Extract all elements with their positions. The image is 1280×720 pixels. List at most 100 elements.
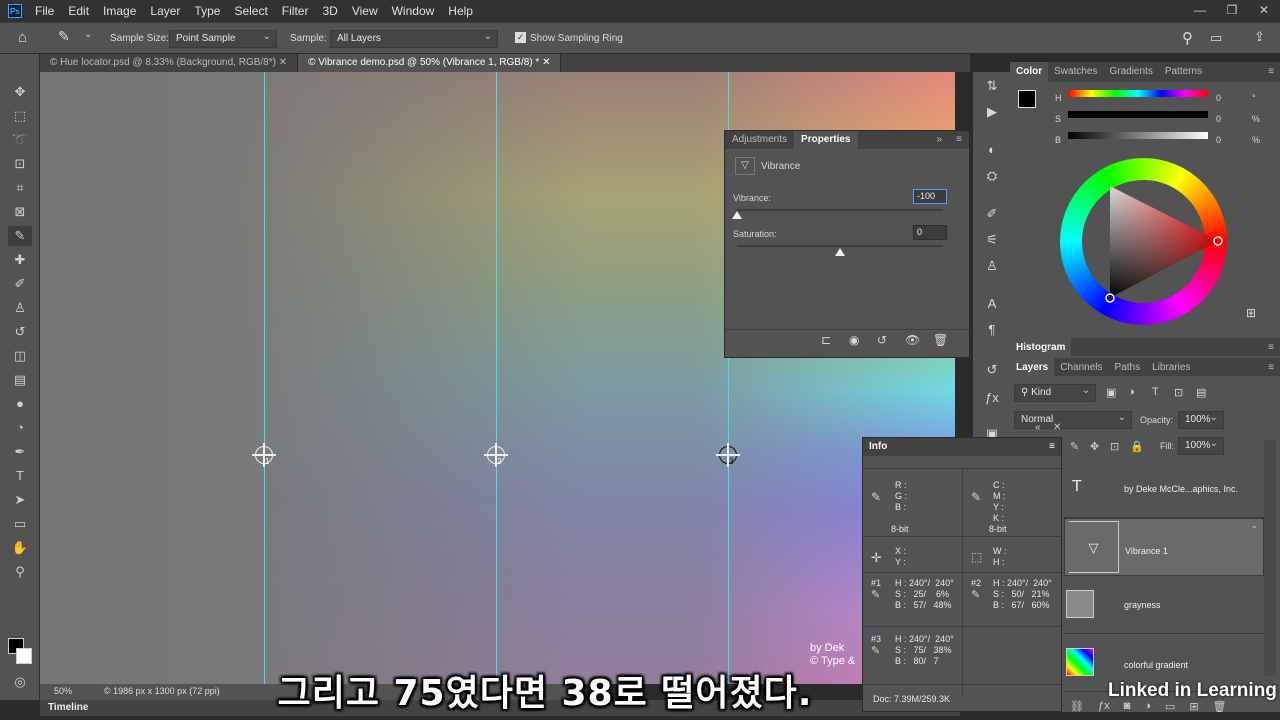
close-icon[interactable]: ✕ bbox=[1053, 422, 1061, 433]
tab-gradients[interactable]: Gradients bbox=[1103, 62, 1158, 82]
hue-slider[interactable] bbox=[1068, 90, 1208, 97]
eyedropper-icon[interactable]: ✎ bbox=[871, 490, 881, 504]
path-select-tool-icon[interactable]: ➤ bbox=[8, 490, 32, 510]
close-icon[interactable]: ✕ bbox=[279, 57, 287, 68]
eraser-tool-icon[interactable]: ◫ bbox=[8, 346, 32, 366]
lock-position-icon[interactable]: ✥ bbox=[1090, 440, 1099, 453]
smart-object-filter-icon[interactable]: ▤ bbox=[1196, 386, 1206, 399]
color-b-value[interactable]: 0 bbox=[1216, 135, 1221, 145]
type-filter-icon[interactable]: T bbox=[1152, 386, 1159, 398]
actions-play-icon[interactable]: ▶ bbox=[980, 102, 1004, 122]
trash-icon[interactable]: 🗑 bbox=[933, 333, 948, 347]
tab-paths[interactable]: Paths bbox=[1109, 358, 1147, 376]
opacity-input[interactable]: 100% bbox=[1178, 410, 1224, 429]
color-triangle[interactable] bbox=[1060, 158, 1227, 325]
adjustment-layer-icon[interactable]: ◑ bbox=[1144, 700, 1151, 714]
quick-mask-icon[interactable]: ◎ bbox=[8, 672, 32, 692]
saturation-slider-handle[interactable] bbox=[835, 248, 845, 256]
clip-to-layer-icon[interactable]: ⊏ bbox=[821, 333, 831, 347]
paragraph-icon[interactable]: ¶ bbox=[980, 320, 1004, 340]
collapse-icon[interactable]: « bbox=[1035, 422, 1041, 433]
panel-menu-icon[interactable]: ≡ bbox=[1262, 358, 1280, 376]
layer-row[interactable]: ▽ Vibrance 1 bbox=[1064, 517, 1264, 576]
stamp-tool-icon[interactable]: ♙ bbox=[8, 298, 32, 318]
move-tool-icon[interactable]: ✥ bbox=[8, 82, 32, 102]
tab-channels[interactable]: Channels bbox=[1054, 358, 1108, 376]
foreground-color-swatch[interactable] bbox=[1018, 90, 1036, 108]
restore-icon[interactable]: ❐ bbox=[1216, 0, 1248, 22]
lock-pixels-icon[interactable]: ✎ bbox=[1070, 440, 1079, 453]
brightness-slider[interactable] bbox=[1068, 132, 1208, 139]
menu-layer[interactable]: Layer bbox=[143, 0, 187, 22]
background-color-swatch[interactable] bbox=[16, 648, 32, 664]
sample-select[interactable]: All Layers bbox=[330, 29, 498, 48]
tab-patterns[interactable]: Patterns bbox=[1159, 62, 1208, 82]
glyphs-icon[interactable]: ↺ bbox=[980, 360, 1004, 380]
tab-histogram[interactable]: Histogram bbox=[1010, 338, 1072, 356]
tab-color[interactable]: Color bbox=[1010, 62, 1049, 82]
adjustment-filter-icon[interactable]: ◑ bbox=[1128, 386, 1135, 398]
vibrance-input[interactable]: -100 bbox=[913, 189, 947, 204]
styles-fx-icon[interactable]: ƒx bbox=[980, 388, 1004, 408]
panel-menu-icon[interactable]: ≡ bbox=[1262, 62, 1280, 82]
guide-line[interactable] bbox=[264, 72, 265, 684]
eyedropper-tool-icon[interactable]: ✎ bbox=[58, 28, 70, 45]
layer-filter-kind[interactable]: ⚲ Kind bbox=[1014, 383, 1096, 402]
panel-menu-icon[interactable]: ≡ bbox=[949, 131, 969, 149]
menu-edit[interactable]: Edit bbox=[61, 0, 96, 22]
expand-icon[interactable]: ⊞ bbox=[1246, 306, 1256, 320]
menu-view[interactable]: View bbox=[345, 0, 385, 22]
healing-tool-icon[interactable]: ✚ bbox=[8, 250, 32, 270]
zoom-tool-icon[interactable]: ⚲ bbox=[8, 562, 32, 582]
eyedropper-tool-icon[interactable]: ✎ bbox=[8, 226, 32, 246]
new-layer-icon[interactable]: ⊞ bbox=[1189, 700, 1198, 714]
minimize-icon[interactable]: — bbox=[1184, 0, 1216, 22]
shape-filter-icon[interactable]: ⊡ bbox=[1174, 386, 1183, 399]
gradient-tool-icon[interactable]: ▤ bbox=[8, 370, 32, 390]
panel-menu-icon[interactable]: ≡ bbox=[1049, 438, 1055, 456]
collapse-icon[interactable]: » bbox=[930, 131, 950, 149]
color-s-value[interactable]: 0 bbox=[1216, 114, 1221, 124]
tab-properties[interactable]: Properties bbox=[794, 131, 858, 149]
menu-filter[interactable]: Filter bbox=[275, 0, 316, 22]
rectangle-tool-icon[interactable]: ▭ bbox=[8, 514, 32, 534]
close-icon[interactable]: ✕ bbox=[542, 57, 550, 68]
view-previous-icon[interactable]: ◉ bbox=[849, 333, 859, 347]
menu-3d[interactable]: 3D bbox=[315, 0, 344, 22]
vibrance-slider[interactable] bbox=[737, 209, 943, 211]
folder-icon[interactable]: ▭ bbox=[1165, 700, 1175, 714]
lasso-tool-icon[interactable]: ➰ bbox=[8, 130, 32, 150]
tab-libraries[interactable]: Libraries bbox=[1146, 358, 1196, 376]
tool-preset-chevron-down-icon[interactable]: ⌄ bbox=[84, 29, 92, 40]
character-icon[interactable]: A bbox=[980, 294, 1004, 314]
adjustments-icon[interactable]: ◐ bbox=[980, 140, 1004, 160]
saturation-color-slider[interactable] bbox=[1068, 111, 1208, 118]
panel-menu-icon[interactable]: ≡ bbox=[1262, 338, 1280, 356]
marquee-tool-icon[interactable]: ⬚ bbox=[8, 106, 32, 126]
visibility-eye-icon[interactable]: 👁 bbox=[905, 333, 920, 347]
blur-tool-icon[interactable]: ● bbox=[8, 394, 32, 414]
vibrance-slider-handle[interactable] bbox=[732, 211, 742, 219]
close-icon[interactable]: ✕ bbox=[1248, 0, 1280, 22]
link-layers-icon[interactable]: ⛓ bbox=[1070, 700, 1084, 714]
properties-icon[interactable]: ⛭ bbox=[980, 166, 1004, 186]
tab-swatches[interactable]: Swatches bbox=[1048, 62, 1103, 82]
search-icon[interactable]: ⚲ bbox=[1182, 29, 1193, 47]
color-sampler-3[interactable] bbox=[716, 443, 740, 467]
menu-file[interactable]: File bbox=[28, 0, 61, 22]
mask-icon[interactable]: ◙ bbox=[1124, 700, 1131, 714]
color-h-value[interactable]: 0 bbox=[1216, 93, 1221, 103]
menu-type[interactable]: Type bbox=[187, 0, 227, 22]
workspace-icon[interactable]: ▭ bbox=[1210, 30, 1222, 46]
quick-select-tool-icon[interactable]: ⊡ bbox=[8, 154, 32, 174]
layers-scrollbar[interactable] bbox=[1264, 440, 1276, 676]
layer-row[interactable]: grayness bbox=[1064, 576, 1264, 634]
show-sampling-ring-checkbox[interactable]: ✓ bbox=[515, 32, 526, 43]
pixel-filter-icon[interactable]: ▣ bbox=[1106, 386, 1116, 399]
hand-tool-icon[interactable]: ✋ bbox=[8, 538, 32, 558]
menu-select[interactable]: Select bbox=[227, 0, 274, 22]
brushes-icon[interactable]: ⚟ bbox=[980, 230, 1004, 250]
reset-icon[interactable]: ↺ bbox=[877, 333, 887, 347]
color-sampler-1[interactable] bbox=[252, 443, 276, 467]
color-wheel[interactable] bbox=[1060, 158, 1227, 325]
